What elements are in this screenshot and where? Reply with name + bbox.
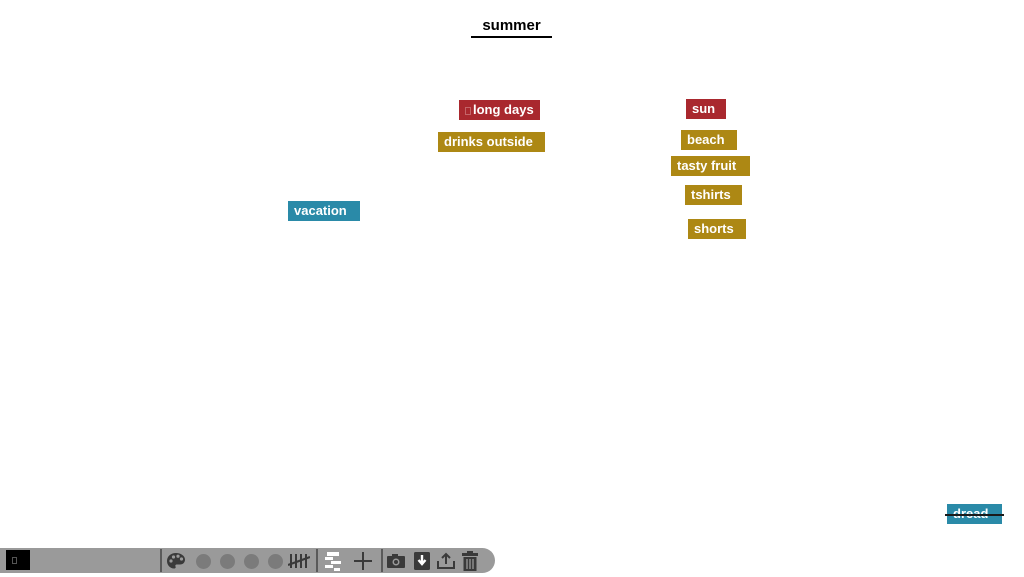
tag-shorts[interactable]: shorts xyxy=(688,219,746,239)
download-icon[interactable] xyxy=(412,551,432,571)
toolbar-divider xyxy=(160,549,162,572)
color-dot-2[interactable] xyxy=(217,551,237,571)
tag-label: tshirts xyxy=(691,187,731,202)
tally-icon[interactable] xyxy=(288,551,310,571)
tag-label: shorts xyxy=(694,221,734,236)
palette-icon[interactable] xyxy=(166,551,186,571)
selection-marker xyxy=(465,106,471,115)
tag-long-days[interactable]: long days xyxy=(459,100,540,120)
tag-vacation[interactable]: vacation xyxy=(288,201,360,221)
color-dot-1[interactable] xyxy=(193,551,213,571)
tag-label: beach xyxy=(687,132,725,147)
bottom-toolbar xyxy=(0,548,495,573)
add-icon[interactable] xyxy=(353,551,373,571)
tag-label: long days xyxy=(473,102,534,117)
camera-icon[interactable] xyxy=(386,551,406,571)
tag-sun[interactable]: sun xyxy=(686,99,726,119)
color-dot-4[interactable] xyxy=(265,551,285,571)
tag-dread[interactable]: dread xyxy=(945,504,1004,524)
tag-tshirts[interactable]: tshirts xyxy=(685,185,742,205)
tag-label: tasty fruit xyxy=(677,158,737,173)
current-color-swatch[interactable] xyxy=(6,550,30,570)
page-title[interactable]: summer xyxy=(471,17,552,38)
trash-icon[interactable] xyxy=(460,551,480,571)
tag-tasty-fruit[interactable]: tasty fruit xyxy=(671,156,750,176)
tag-label: sun xyxy=(692,101,716,116)
tag-label: drinks outside xyxy=(444,134,533,149)
layout-icon[interactable] xyxy=(323,551,343,571)
tag-beach[interactable]: beach xyxy=(681,130,737,150)
tag-drinks-outside[interactable]: drinks outside xyxy=(438,132,545,152)
upload-icon[interactable] xyxy=(436,551,456,571)
toolbar-divider xyxy=(381,549,383,572)
tag-label: dread xyxy=(953,506,989,521)
color-dot-3[interactable] xyxy=(241,551,261,571)
tag-label: vacation xyxy=(294,203,347,218)
toolbar-divider xyxy=(316,549,318,572)
